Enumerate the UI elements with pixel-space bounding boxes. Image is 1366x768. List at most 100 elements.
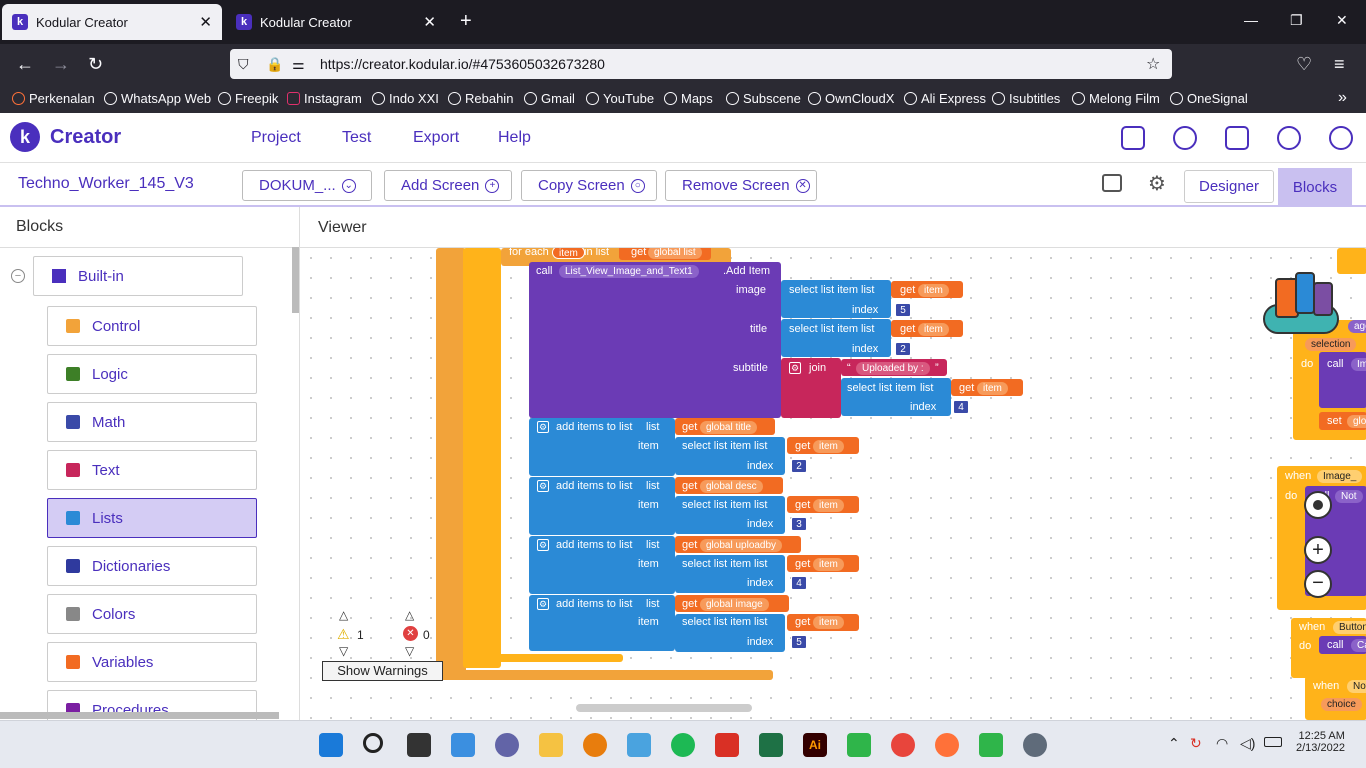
file-explorer-icon[interactable] (539, 733, 563, 757)
minimize-icon[interactable]: — (1244, 12, 1258, 28)
app-icon[interactable] (979, 733, 1003, 757)
bookmark-item[interactable]: Maps (664, 91, 713, 106)
collapse-icon[interactable]: − (11, 269, 25, 283)
show-warnings-button[interactable]: Show Warnings (322, 661, 443, 681)
widgets-icon[interactable] (451, 733, 475, 757)
browser-tab-1[interactable]: k Kodular Creator ✕ (2, 4, 222, 40)
menu-help[interactable]: Help (498, 129, 531, 147)
bookmark-item[interactable]: Perkenalan (12, 91, 95, 106)
folder-icon[interactable] (1121, 126, 1145, 150)
excel-icon[interactable] (759, 733, 783, 757)
bookmark-item[interactable]: Isubtitles (992, 91, 1060, 106)
start-icon[interactable] (319, 733, 343, 757)
bookmark-item[interactable]: Ali Express (904, 91, 986, 106)
builtin-category[interactable]: Built-in (33, 256, 243, 296)
settings-icon[interactable] (1023, 733, 1047, 757)
menu-test[interactable]: Test (342, 129, 371, 147)
pocket-icon[interactable]: ♡ (1296, 54, 1312, 75)
index-number[interactable]: 2 (895, 342, 911, 356)
gear-icon[interactable]: ⚙ (537, 480, 549, 492)
settings-gear-icon[interactable]: ⚙ (1148, 171, 1166, 196)
bookmark-item[interactable]: Indo XXI (372, 91, 439, 106)
category-colors[interactable]: Colors (47, 594, 257, 634)
menu-export[interactable]: Export (413, 129, 459, 147)
index-number[interactable]: 4 (791, 576, 807, 590)
add-screen-button[interactable]: Add Screen + (384, 170, 512, 201)
gear-icon[interactable]: ⚙ (789, 362, 801, 374)
horizontal-scrollbar[interactable] (0, 712, 279, 719)
zoom-out-icon[interactable]: − (1304, 570, 1332, 598)
battery-icon[interactable] (1264, 737, 1282, 747)
app-menu-icon[interactable]: ≡ (1334, 54, 1345, 75)
chevron-up-icon[interactable]: ⌃ (1168, 735, 1180, 752)
category-text[interactable]: Text (47, 450, 257, 490)
gear-icon[interactable]: ⚙ (537, 421, 549, 433)
new-tab-icon[interactable]: + (460, 10, 472, 33)
gear-icon[interactable]: ⚙ (537, 598, 549, 610)
index-number[interactable]: 2 (791, 459, 807, 473)
next-warning-icon[interactable]: ▽ (339, 644, 348, 658)
zoom-in-icon[interactable]: + (1304, 536, 1332, 564)
sync-icon[interactable]: ↻ (1190, 735, 1202, 752)
index-number[interactable]: 4 (953, 400, 969, 414)
gear-icon[interactable]: ⚙ (537, 539, 549, 551)
close-tab-icon[interactable]: ✕ (423, 13, 436, 31)
chat-icon[interactable] (495, 733, 519, 757)
category-variables[interactable]: Variables (47, 642, 257, 682)
window-close-icon[interactable]: ✕ (1336, 12, 1348, 29)
chrome-icon[interactable] (891, 733, 915, 757)
backpack-icon[interactable] (1261, 268, 1341, 340)
remove-screen-button[interactable]: Remove Screen ✕ (665, 170, 817, 201)
spotify-icon[interactable] (671, 733, 695, 757)
category-math[interactable]: Math (47, 402, 257, 442)
prev-warning-icon[interactable]: △ (339, 608, 348, 622)
bookmark-item[interactable]: OwnCloudX (808, 91, 894, 106)
designer-button[interactable]: Designer (1184, 170, 1274, 203)
sketchup-icon[interactable] (715, 733, 739, 757)
dollar-icon[interactable] (1277, 126, 1301, 150)
palette-icon[interactable] (1173, 126, 1197, 150)
bookmarks-overflow-icon[interactable]: » (1338, 89, 1347, 107)
recenter-icon[interactable] (1304, 491, 1332, 519)
back-icon[interactable]: ← (16, 54, 34, 75)
blocks-button[interactable]: Blocks (1278, 168, 1352, 207)
reload-icon[interactable]: ↻ (88, 54, 103, 75)
browser-tab-2[interactable]: k Kodular Creator ✕ (226, 4, 446, 40)
illustrator-icon[interactable]: Ai (803, 733, 827, 757)
bookmark-item[interactable]: OneSignal (1170, 91, 1248, 106)
task-view-icon[interactable] (407, 733, 431, 757)
close-tab-icon[interactable]: ✕ (199, 13, 212, 31)
notepad-icon[interactable] (627, 733, 651, 757)
workspace-horizontal-scrollbar[interactable] (576, 704, 752, 712)
index-number[interactable]: 3 (791, 517, 807, 531)
screen-select[interactable]: DOKUM_... ⌄ (242, 170, 372, 201)
category-lists[interactable]: Lists (47, 498, 257, 538)
inner-control-block[interactable] (463, 248, 501, 668)
bookmark-item[interactable]: Gmail (524, 91, 575, 106)
outer-event-block[interactable] (436, 248, 466, 680)
bookmark-star-icon[interactable]: ☆ (1146, 54, 1160, 74)
volume-icon[interactable]: ◁) (1240, 735, 1255, 752)
blocks-workspace[interactable]: for each item in list get global list do… (301, 248, 1366, 720)
bookmark-item[interactable]: Melong Film (1072, 91, 1160, 106)
vertical-scrollbar[interactable] (292, 247, 299, 313)
restore-icon[interactable]: ❐ (1290, 12, 1303, 29)
bookmark-item[interactable]: WhatsApp Web (104, 91, 211, 106)
category-dictionaries[interactable]: Dictionaries (47, 546, 257, 586)
bookmark-item[interactable]: Rebahin (448, 91, 513, 106)
category-logic[interactable]: Logic (47, 354, 257, 394)
account-icon[interactable] (1329, 126, 1353, 150)
index-number[interactable]: 5 (791, 635, 807, 649)
prev-error-icon[interactable]: △ (405, 608, 414, 622)
blender-icon[interactable] (583, 733, 607, 757)
system-clock[interactable]: 12:25 AM 2/13/2022 (1296, 730, 1345, 754)
docs-icon[interactable] (1225, 126, 1249, 150)
partial-block[interactable] (1337, 248, 1366, 274)
bookmark-item[interactable]: Instagram (287, 91, 362, 106)
wifi-icon[interactable]: ◠ (1216, 735, 1228, 752)
index-number[interactable]: 5 (895, 303, 911, 317)
app-icon[interactable] (847, 733, 871, 757)
firefox-icon[interactable] (935, 733, 959, 757)
category-control[interactable]: Control (47, 306, 257, 346)
url-bar[interactable]: ⛉ 🔒 ⚌ https://creator.kodular.io/#475360… (230, 49, 1172, 79)
